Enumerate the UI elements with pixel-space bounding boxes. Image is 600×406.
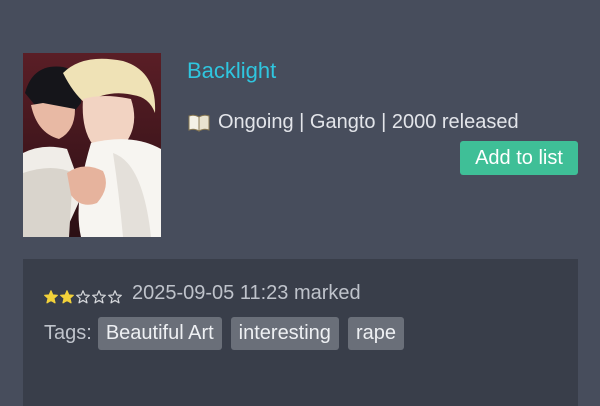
manga-detail-page: Backlight Ongoing | Gangto | 2000 releas… <box>0 0 600 406</box>
add-to-list-button[interactable]: Add to list <box>460 141 578 175</box>
star-filled-icon[interactable] <box>60 287 74 303</box>
star-outline-icon[interactable] <box>92 287 106 303</box>
star-filled-icon[interactable] <box>44 287 58 303</box>
tag-chip[interactable]: interesting <box>230 317 339 350</box>
marked-timestamp: 2025-09-05 11:23 marked <box>132 282 361 304</box>
manga-meta: Ongoing | Gangto | 2000 released <box>187 111 519 134</box>
tags-row: Tags: Beautiful Art interesting rape <box>44 317 413 350</box>
open-book-icon <box>187 113 211 133</box>
cover-image[interactable] <box>23 53 161 237</box>
cover-illustration <box>23 53 161 237</box>
tags-label: Tags: <box>44 322 92 344</box>
star-outline-icon[interactable] <box>76 287 90 303</box>
rating-row: 2025-09-05 11:23 marked <box>44 282 361 305</box>
star-outline-icon[interactable] <box>108 287 122 303</box>
tag-chip[interactable]: Beautiful Art <box>97 317 222 350</box>
star-rating[interactable] <box>44 287 124 303</box>
tag-chip[interactable]: rape <box>347 317 404 350</box>
manga-meta-text: Ongoing | Gangto | 2000 released <box>218 111 519 133</box>
record-panel: 2025-09-05 11:23 marked Tags: Beautiful … <box>23 259 578 406</box>
manga-title-link[interactable]: Backlight <box>187 58 276 84</box>
